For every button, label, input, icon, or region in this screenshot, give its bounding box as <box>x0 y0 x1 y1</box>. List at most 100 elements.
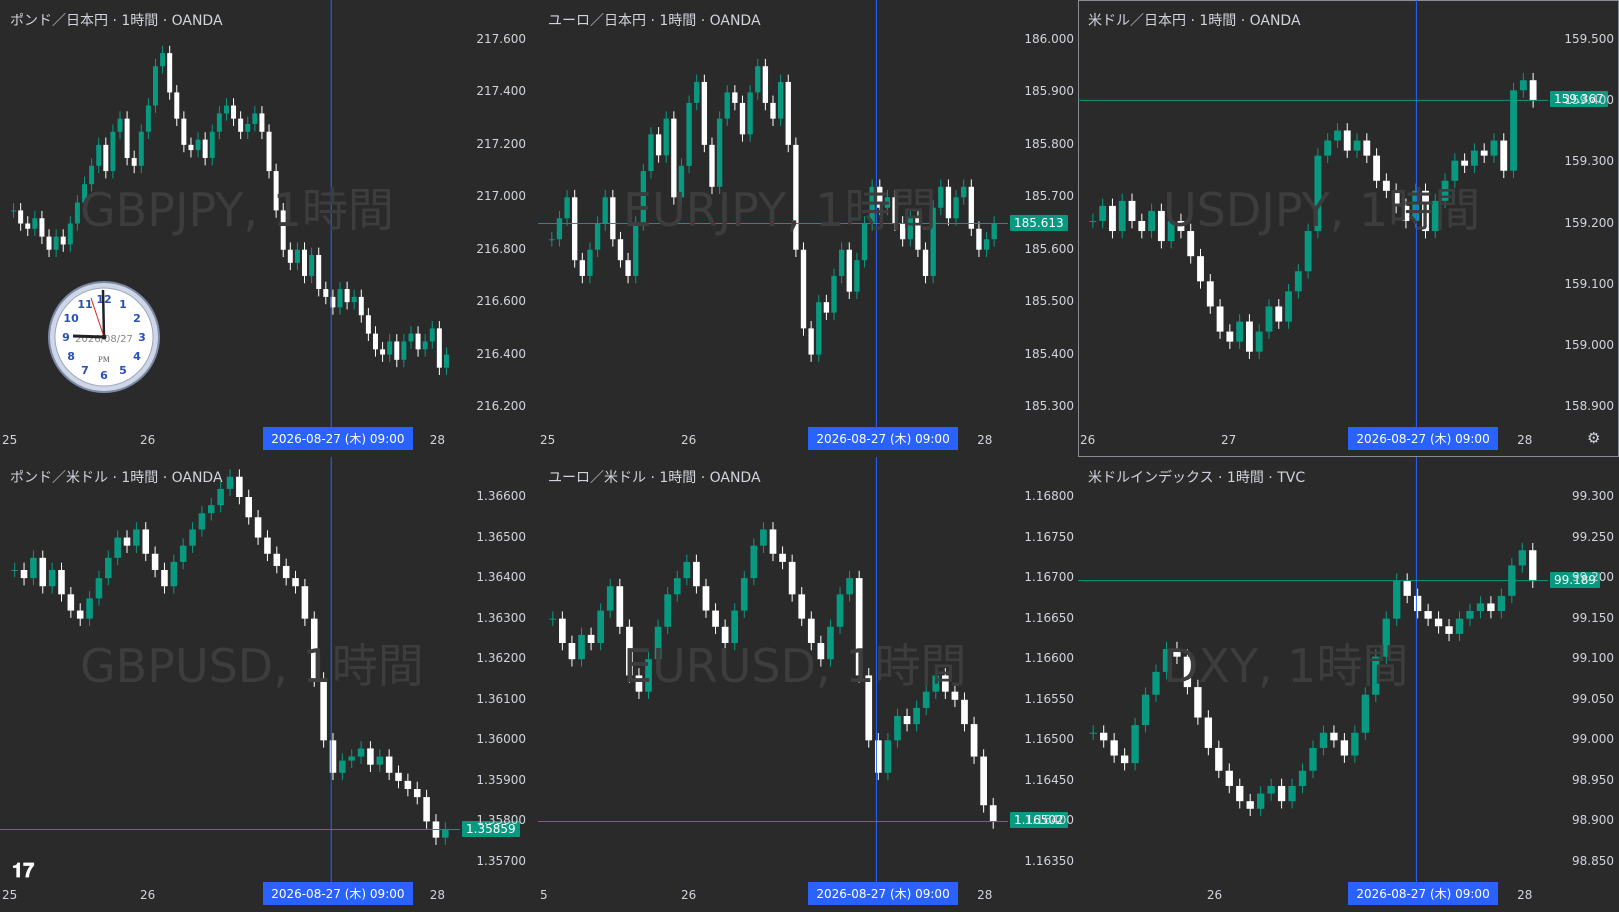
candle <box>827 626 834 660</box>
symbol-title[interactable]: ポンド／米ドル · 1時間 · OANDA <box>10 467 223 487</box>
candle <box>602 197 608 224</box>
candle <box>1373 155 1381 181</box>
price-axis-label: 1.16350 <box>1024 854 1074 868</box>
candle <box>1363 140 1371 156</box>
candle <box>645 659 652 692</box>
candle <box>712 610 719 627</box>
candle <box>223 105 229 114</box>
candlestick-chart[interactable] <box>538 0 1078 457</box>
price-axis-label: 1.36400 <box>476 570 526 585</box>
candle <box>145 105 151 132</box>
candlestick-chart[interactable] <box>538 457 1078 912</box>
candle <box>357 748 365 757</box>
candle <box>133 529 140 546</box>
price-axis-label: 159.300 <box>1564 154 1614 169</box>
chart-pane-4[interactable]: GBPUSD, 1時間 1.35859 ポンド／米ドル · 1時間 · OANDA 1… <box>0 457 538 912</box>
candle <box>1187 231 1195 257</box>
candle <box>671 118 677 198</box>
last-price-tag: 185.613 <box>1010 214 1068 231</box>
price-axis-label: 1.35700 <box>476 854 526 868</box>
candle <box>1393 580 1401 619</box>
candle <box>970 724 978 757</box>
price-axis-label: 185.500 <box>1024 294 1074 309</box>
candle <box>938 186 944 208</box>
symbol-title[interactable]: ユーロ／日本円 · 1時間 · OANDA <box>548 10 761 30</box>
price-axis-label: 216.800 <box>476 241 526 256</box>
candlestick-chart[interactable] <box>0 457 538 912</box>
candle <box>989 805 997 822</box>
candle <box>273 171 279 211</box>
candle <box>86 598 93 619</box>
candle <box>836 594 844 627</box>
chart-pane-3[interactable]: USDJPY, 1時間 159.367 米ドル／日本円 · 1時間 · OANDA 1… <box>1078 0 1619 457</box>
candle <box>915 218 921 250</box>
time-axis-label: 28 <box>1517 888 1533 902</box>
time-axis-label: 26 <box>681 433 697 447</box>
candle <box>941 675 949 692</box>
candle <box>124 118 130 158</box>
settings-gear-icon[interactable]: ⚙ <box>1587 429 1600 447</box>
candle <box>292 578 299 587</box>
candle <box>846 249 852 292</box>
price-axis-label: 99.200 <box>1572 570 1614 585</box>
symbol-title[interactable]: 米ドル／日本円 · 1時間 · OANDA <box>1088 10 1301 30</box>
time-axis-label: 28 <box>429 433 446 447</box>
price-axis-label: 1.16550 <box>1024 691 1074 706</box>
candle <box>922 249 929 276</box>
candle <box>587 634 595 643</box>
candle <box>838 249 845 276</box>
candle <box>189 529 196 546</box>
chart-pane-5[interactable]: EURUSD, 1時間 1.16502 ユーロ／米ドル · 1時間 · OANDA 1… <box>538 457 1078 912</box>
candle <box>339 760 346 773</box>
time-axis-label: 27 <box>1221 433 1237 447</box>
crosshair-time-tag: 2026-08-27 (木) 09:00 <box>263 882 413 905</box>
candle <box>1413 595 1422 612</box>
candle <box>869 186 875 224</box>
candle <box>208 505 215 514</box>
candlestick-chart[interactable] <box>1078 457 1619 912</box>
candlestick-chart[interactable] <box>1078 0 1619 457</box>
candle <box>320 679 327 741</box>
symbol-title[interactable]: ポンド／日本円 · 1時間 · OANDA <box>10 10 223 30</box>
candle <box>294 249 300 263</box>
candle <box>1455 618 1464 634</box>
candle <box>1422 190 1429 232</box>
candle <box>1197 256 1204 282</box>
candle <box>1319 732 1328 748</box>
candle <box>617 239 624 261</box>
candle <box>365 315 371 334</box>
candle <box>408 333 414 342</box>
candle <box>980 756 987 806</box>
candle <box>280 210 286 250</box>
candle <box>1314 155 1322 232</box>
price-axis-label: 185.300 <box>1024 399 1074 413</box>
candle <box>161 570 168 587</box>
time-axis-label: 25 <box>2 433 18 447</box>
price-axis-label: 217.400 <box>476 84 526 99</box>
price-axis-label: 1.16750 <box>1024 529 1074 544</box>
candle <box>179 545 187 562</box>
chart-pane-2[interactable]: EURJPY, 1時間 185.613 ユーロ／日本円 · 1時間 · OANDA 1… <box>538 0 1078 457</box>
time-axis-label: 26 <box>1206 888 1223 902</box>
candle <box>323 289 329 297</box>
symbol-title[interactable]: ユーロ／米ドル · 1時間 · OANDA <box>548 467 761 487</box>
candle <box>74 202 80 224</box>
price-axis-label: 1.36000 <box>476 732 526 747</box>
candle <box>76 610 84 619</box>
symbol-title[interactable]: 米ドルインデックス · 1時間 · TVC <box>1088 467 1305 487</box>
candle <box>351 296 357 303</box>
candle <box>1529 550 1537 581</box>
candle <box>1480 150 1488 156</box>
candle <box>442 829 449 838</box>
time-axis-label: 28 <box>977 433 993 447</box>
candle <box>114 537 121 558</box>
candle <box>817 643 825 660</box>
candle <box>25 223 31 229</box>
candle <box>429 328 435 342</box>
candle <box>1351 732 1359 756</box>
candle <box>1402 205 1410 221</box>
candle <box>769 529 777 554</box>
chart-pane-6[interactable]: DXY, 1時間 99.189 米ドルインデックス · 1時間 · TVC 99.30… <box>1078 457 1619 912</box>
candle <box>983 239 990 250</box>
candle <box>564 197 570 219</box>
